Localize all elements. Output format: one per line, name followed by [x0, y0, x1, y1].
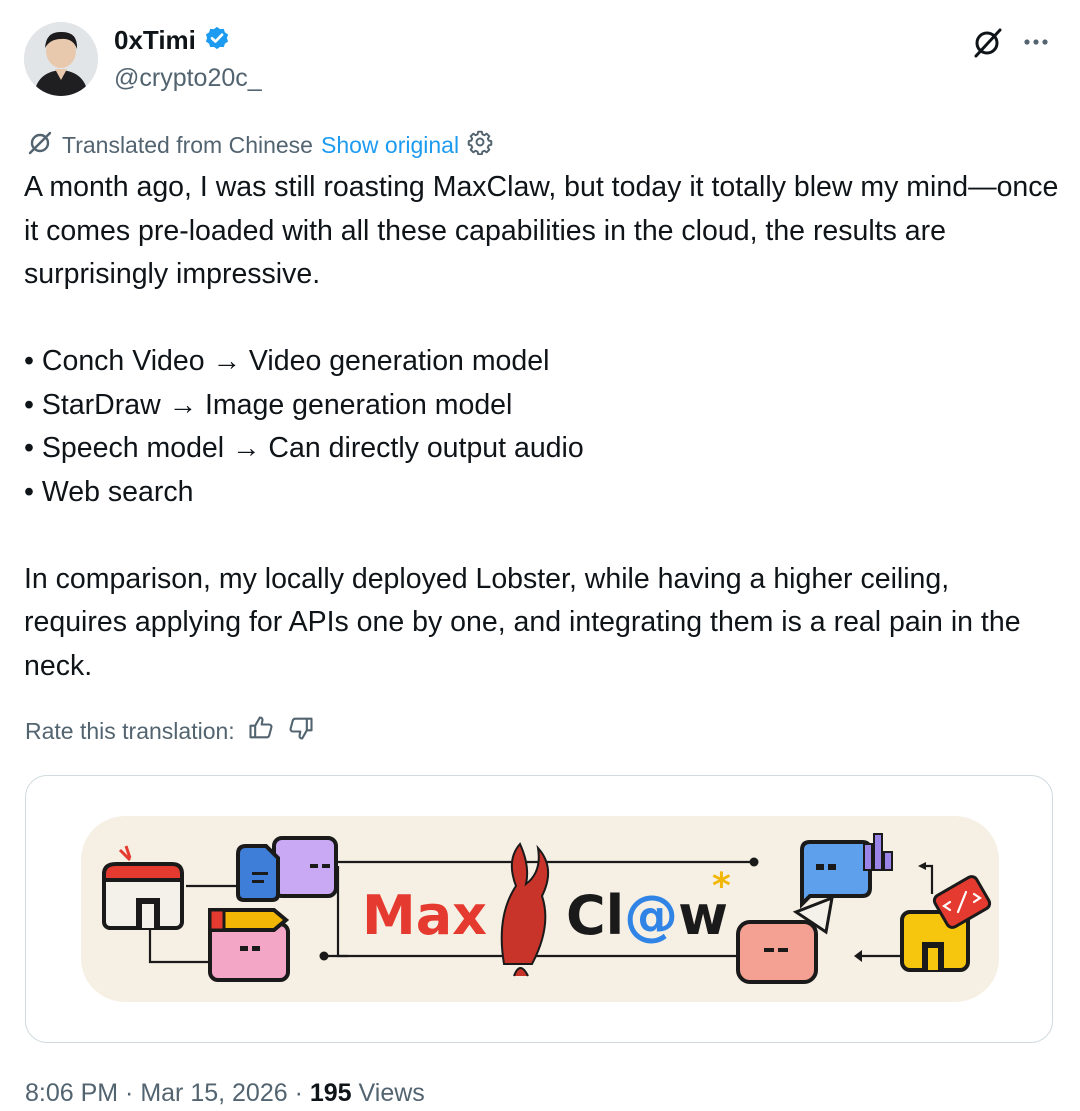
- show-original-link[interactable]: Show original: [321, 132, 459, 159]
- chat-icon: [236, 836, 338, 902]
- more-icon[interactable]: [1018, 24, 1054, 60]
- post-paragraph: A month ago, I was still roasting MaxCla…: [24, 171, 1059, 290]
- post-time[interactable]: 8:06 PM: [25, 1079, 118, 1107]
- thumbs-up-icon[interactable]: [235, 714, 275, 748]
- post-date[interactable]: Mar 15, 2026: [140, 1079, 287, 1107]
- author-name[interactable]: 0xTimi: [114, 25, 196, 56]
- list-item: • Conch Video → Video generation model: [24, 345, 550, 377]
- media-card[interactable]: Max Cl@w *: [25, 775, 1053, 1043]
- separator: ·: [118, 1079, 141, 1107]
- author-handle[interactable]: @crypto20c_: [114, 64, 262, 93]
- translated-label: Translated from Chinese: [62, 131, 313, 158]
- logo-max: Max: [362, 884, 487, 947]
- list-item: • Web search: [24, 475, 194, 508]
- post-paragraph: In comparison, my locally deployed Lobst…: [24, 562, 1021, 682]
- translation-bar: Translated from Chinese Show original: [26, 128, 493, 162]
- thumbs-down-icon[interactable]: [275, 714, 315, 748]
- grok-icon[interactable]: [970, 24, 1006, 60]
- grok-icon: [26, 128, 54, 162]
- logo-claw: Cl@w: [566, 884, 728, 947]
- rate-translation: Rate this translation:: [25, 714, 315, 748]
- post-body: A month ago, I was still roasting MaxCla…: [24, 166, 1060, 688]
- rate-label: Rate this translation:: [25, 717, 235, 744]
- verified-badge-icon: [203, 24, 231, 57]
- gear-icon[interactable]: [467, 129, 493, 161]
- views-count[interactable]: 195: [310, 1079, 352, 1107]
- post-meta: 8:06 PM · Mar 15, 2026 · 195 Views: [25, 1079, 425, 1108]
- logo-asterisk: *: [712, 866, 731, 907]
- avatar-photo: [24, 22, 98, 96]
- list-item: • StarDraw → Image generation model: [24, 388, 513, 421]
- maxclaw-banner-image: Max Cl@w *: [81, 816, 999, 1002]
- views-label: Views: [351, 1079, 425, 1107]
- avatar[interactable]: [24, 22, 98, 96]
- list-item: • Speech model → Can directly output aud…: [24, 432, 584, 464]
- separator: ·: [287, 1079, 310, 1107]
- pencil-chat-icon: [208, 908, 290, 982]
